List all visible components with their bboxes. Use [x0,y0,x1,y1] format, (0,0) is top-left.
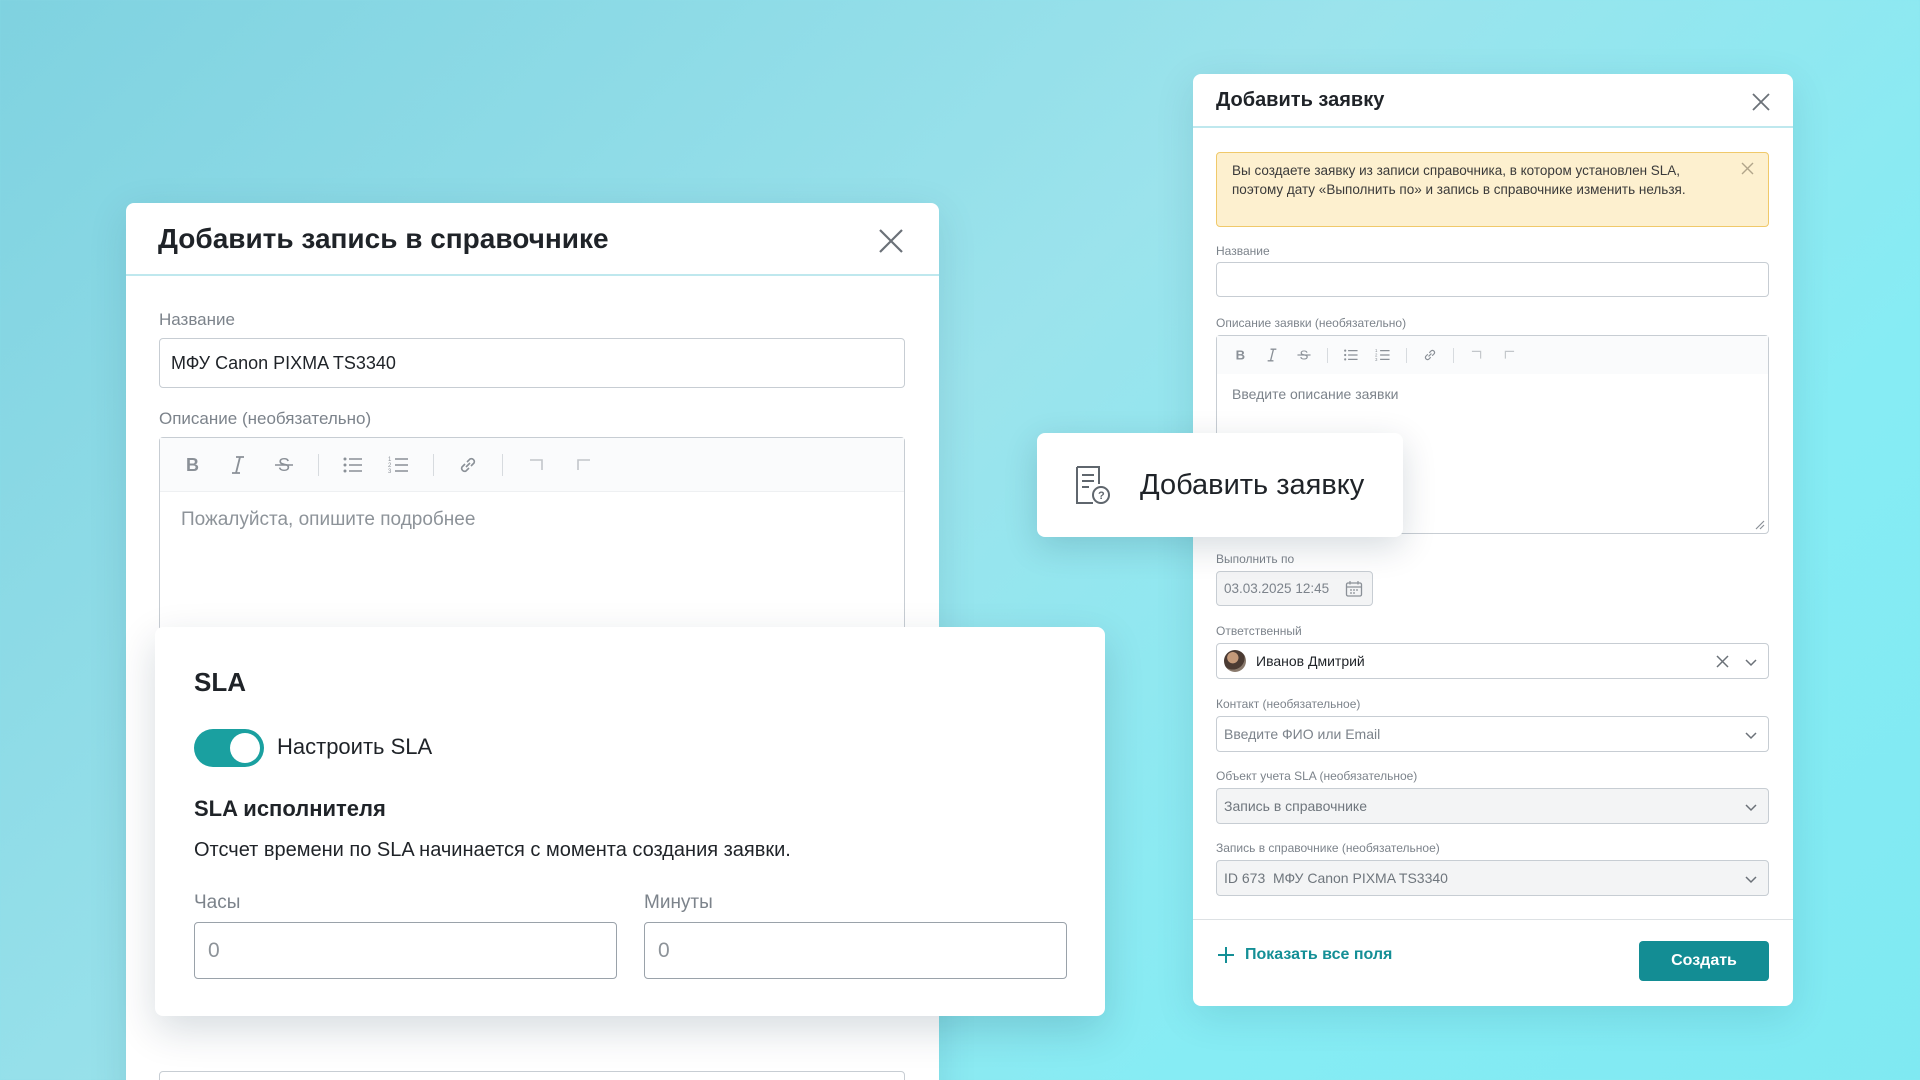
plus-icon [1218,947,1234,963]
sla-warning-banner: Вы создаете заявку из записи справочника… [1216,152,1769,227]
description-label: Описание (необязательно) [159,409,372,428]
assignee-label: Ответственный [1216,624,1302,638]
hidden-field[interactable] [159,1071,905,1080]
close-icon[interactable] [877,227,905,255]
add-ticket-dialog: Добавить заявку Вы создаете заявку из за… [1193,74,1793,1006]
calendar-icon[interactable] [1345,580,1363,598]
close-icon[interactable] [1741,162,1754,175]
dialog-title: Добавить заявку [1216,88,1385,111]
sla-settings-card: SLA Настроить SLA SLA исполнителя Отсчет… [155,627,1105,1016]
toolbar-divider [1453,347,1454,363]
sla-object-label: Объект учета SLA (необязательное) [1216,769,1418,783]
hours-input[interactable]: 0 [194,922,617,979]
assignee-value: Иванов Дмитрий [1256,653,1365,669]
bold-icon[interactable]: B [180,453,204,477]
italic-icon[interactable] [226,453,250,477]
chevron-down-icon[interactable] [1744,800,1758,814]
svg-text:3: 3 [1375,357,1378,362]
redo-icon[interactable] [571,453,595,477]
bold-icon[interactable]: B [1231,346,1249,364]
svg-text:3: 3 [388,469,392,475]
chevron-down-icon[interactable] [1744,655,1758,669]
chevron-down-icon[interactable] [1744,728,1758,742]
warning-text: Вы создаете заявку из записи справочника… [1232,163,1686,197]
contact-label: Контакт (необязательное) [1216,697,1361,711]
add-ticket-label: Добавить заявку [1140,468,1365,501]
assignee-select[interactable]: Иванов Дмитрий [1216,643,1769,679]
sla-toggle-label: Настроить SLA [277,734,433,759]
minutes-input[interactable]: 0 [644,922,1067,979]
toggle-knob [230,733,260,763]
directory-record-label: Запись в справочнике (необязательное) [1216,841,1440,855]
directory-record-value: ID 673 МФУ Canon PIXMA TS3340 [1224,870,1448,886]
toolbar-divider [1406,347,1407,363]
hours-label: Часы [194,892,241,913]
due-date-value: 03.03.2025 12:45 [1224,581,1330,596]
sla-title: SLA [194,667,246,697]
italic-icon[interactable] [1263,346,1281,364]
name-input[interactable]: МФУ Canon PIXMA TS3340 [159,338,905,388]
bullet-list-icon[interactable] [1342,346,1360,364]
dialog-header: Добавить запись в справочнике [126,203,939,276]
sla-object-value: Запись в справочнике [1224,798,1367,814]
numbered-list-icon[interactable]: 123 [1374,346,1392,364]
sla-object-select[interactable]: Запись в справочнике [1216,788,1769,824]
dialog-title: Добавить запись в справочнике [158,222,609,254]
footer-divider [1193,919,1793,920]
numbered-list-icon[interactable]: 123 [387,453,411,477]
chevron-down-icon[interactable] [1744,872,1758,886]
undo-icon[interactable] [525,453,549,477]
toolbar-divider [318,453,319,476]
undo-icon[interactable] [1468,346,1486,364]
close-icon[interactable] [1751,92,1771,112]
description-placeholder: Введите описание заявки [1232,386,1399,402]
description-placeholder: Пожалуйста, опишите подробнее [181,509,476,530]
strikethrough-icon[interactable]: S [1295,346,1313,364]
clear-icon[interactable] [1715,654,1730,669]
due-date-label: Выполнить по [1216,552,1295,566]
name-label: Название [159,310,235,329]
svg-text:B: B [186,455,199,475]
toolbar-divider [1327,347,1328,363]
directory-record-select[interactable]: ID 673 МФУ Canon PIXMA TS3340 [1216,860,1769,896]
svg-text:?: ? [1098,490,1105,502]
name-label: Название [1216,244,1270,258]
show-all-fields-link[interactable]: Показать все поля [1216,945,1392,965]
description-editor[interactable]: B S 123 Пожалуйста, опишите подробнее [159,437,905,647]
sla-toggle[interactable] [194,729,264,767]
toolbar-divider [502,453,503,476]
name-input[interactable] [1216,262,1769,297]
ticket-document-icon: ? [1076,466,1110,504]
dialog-header: Добавить заявку [1193,74,1793,128]
resize-handle-icon[interactable] [1753,518,1765,530]
editor-toolbar: B S 123 [1217,336,1768,374]
description-label: Описание заявки (необязательно) [1216,316,1407,330]
contact-placeholder: Введите ФИО или Email [1224,726,1381,742]
link-icon[interactable] [1421,346,1439,364]
redo-icon[interactable] [1500,346,1518,364]
add-ticket-button[interactable]: ? Добавить заявку [1037,433,1403,537]
strikethrough-icon[interactable]: S [272,453,296,477]
contact-select[interactable]: Введите ФИО или Email [1216,716,1769,752]
svg-text:B: B [1236,347,1245,362]
create-button[interactable]: Создать [1639,941,1769,981]
bullet-list-icon[interactable] [341,453,365,477]
toolbar-divider [433,453,434,476]
sla-hint: Отсчет времени по SLA начинается с момен… [194,839,791,861]
minutes-label: Минуты [644,892,713,913]
show-all-fields-label: Показать все поля [1245,946,1393,963]
avatar [1224,650,1246,672]
editor-toolbar: B S 123 [160,438,904,492]
sla-executor-title: SLA исполнителя [194,796,386,821]
due-date-input[interactable]: 03.03.2025 12:45 [1216,571,1373,606]
link-icon[interactable] [456,453,480,477]
